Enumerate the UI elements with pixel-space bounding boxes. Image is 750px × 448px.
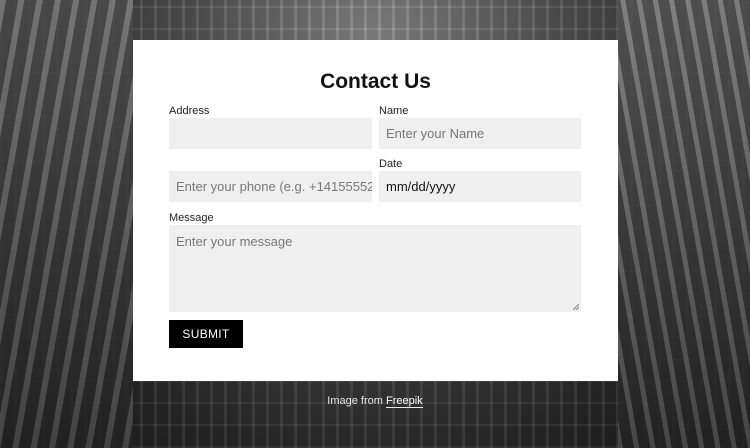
form-title: Contact Us bbox=[320, 70, 431, 93]
image-credit: Image from Freepik bbox=[0, 395, 750, 408]
background-building-right bbox=[618, 0, 750, 448]
credit-prefix: Image from bbox=[327, 395, 383, 407]
name-label: Name bbox=[379, 105, 409, 117]
message-textarea[interactable]: Enter your message bbox=[169, 225, 581, 312]
address-input[interactable] bbox=[169, 118, 372, 149]
freepik-link[interactable]: Freepik bbox=[386, 395, 423, 408]
date-input[interactable]: mm/dd/yyyy bbox=[379, 171, 581, 202]
address-label: Address bbox=[169, 105, 210, 117]
name-input[interactable]: Enter your Name bbox=[379, 118, 581, 149]
date-label: Date bbox=[379, 158, 403, 170]
resize-grip-icon[interactable] bbox=[573, 304, 579, 310]
submit-button[interactable]: SUBMIT bbox=[169, 320, 243, 348]
message-label: Message bbox=[169, 212, 214, 224]
background-building-left bbox=[0, 0, 133, 448]
phone-input[interactable]: Enter your phone (e.g. +141555526 bbox=[169, 171, 372, 202]
message-placeholder: Enter your message bbox=[176, 234, 293, 249]
contact-form-card: Contact Us Address Name Enter your Name … bbox=[133, 40, 618, 381]
